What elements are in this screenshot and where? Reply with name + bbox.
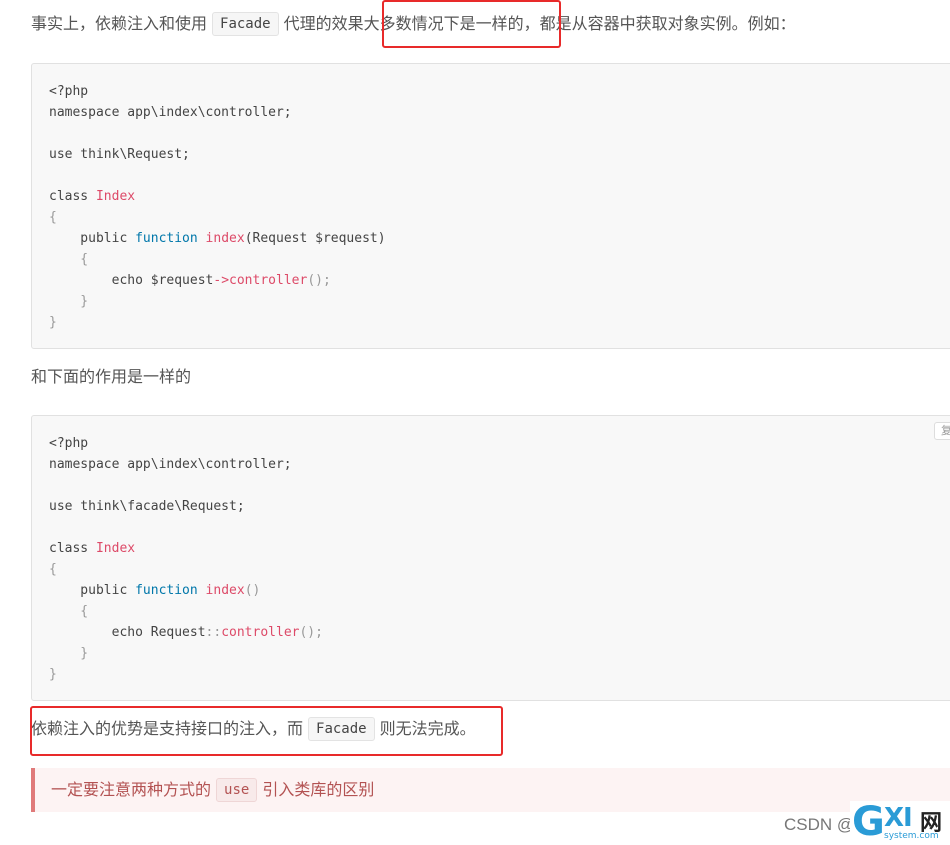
code-line: } [49, 291, 950, 312]
logo-xi: XI [884, 803, 913, 833]
code-line: } [49, 312, 950, 333]
code-token: public [49, 231, 136, 246]
code-token: <?php [49, 84, 89, 99]
code-token: function [135, 231, 198, 246]
code-token: Index [95, 189, 136, 204]
code-block-dependency-injection[interactable]: <?php namespace app\index\controller; use … [31, 63, 950, 349]
code-token: { [49, 252, 89, 267]
code-token: index [205, 583, 245, 598]
code-token: <?php [49, 436, 89, 451]
code-line: <?php [49, 81, 950, 102]
code-line: } [49, 643, 950, 664]
code-token: class [49, 541, 96, 556]
tip-callout: 一定要注意两种方式的 use 引入类库的区别 [31, 768, 950, 812]
code-token: (); [307, 273, 331, 288]
code-token: :: [205, 625, 222, 640]
code-content: <?php namespace app\index\controller; use … [32, 64, 950, 333]
code-line: <?php [49, 433, 950, 454]
highlight-box-same-effect [382, 0, 561, 48]
copy-button[interactable]: 复制 [934, 422, 950, 440]
csdn-watermark: CSDN @ [784, 815, 855, 834]
code-token: } [49, 667, 57, 682]
code-token: controller [221, 625, 300, 640]
logo-site: system.com [884, 831, 939, 841]
code-token: { [49, 562, 57, 577]
code-token: use think\Request; [49, 147, 190, 162]
code-token: class [49, 189, 96, 204]
code-token: } [49, 646, 89, 661]
code-line: { [49, 249, 950, 270]
code-line: { [49, 207, 950, 228]
code-line: { [49, 559, 950, 580]
code-token: echo Request [49, 625, 206, 640]
code-line: namespace app\index\controller; [49, 102, 950, 123]
inline-code-facade: Facade [212, 12, 279, 36]
code-line: namespace app\index\controller; [49, 454, 950, 475]
code-line: echo Request::controller(); [49, 622, 950, 643]
middle-paragraph: 和下面的作用是一样的 [31, 367, 192, 386]
tip-text-before: 一定要注意两种方式的 [51, 780, 212, 799]
code-token: function [135, 583, 198, 598]
code-token: { [49, 604, 89, 619]
code-token: controller [229, 273, 308, 288]
logo-g: G [852, 799, 885, 845]
code-line: echo $request->controller(); [49, 270, 950, 291]
code-token: } [49, 315, 57, 330]
tip-text-after: 引入类库的区别 [262, 780, 375, 799]
code-line: { [49, 601, 950, 622]
code-token: echo $request [49, 273, 214, 288]
code-token: index [205, 231, 245, 246]
code-line: class Index [49, 538, 950, 559]
inline-code-use: use [216, 778, 258, 802]
gxi-logo: G XI 网 system.com [850, 799, 950, 845]
code-content: <?php namespace app\index\controller; use … [32, 416, 950, 685]
code-token: use think\facade\Request; [49, 499, 245, 514]
code-line: public function index() [49, 580, 950, 601]
code-token: (Request $request) [244, 231, 386, 246]
code-token: Index [95, 541, 136, 556]
code-line: use think\facade\Request; [49, 496, 950, 517]
highlight-box-advantage [30, 706, 503, 756]
code-token: namespace app\index\controller; [49, 105, 292, 120]
code-token: -> [213, 273, 230, 288]
code-line: class Index [49, 186, 950, 207]
intro-text-before: 事实上，依赖注入和使用 [31, 14, 208, 33]
code-token: { [49, 210, 57, 225]
code-token: public [49, 583, 136, 598]
code-line: } [49, 664, 950, 685]
code-token: () [244, 583, 261, 598]
code-token: (); [299, 625, 323, 640]
code-line: use think\Request; [49, 144, 950, 165]
code-token: } [49, 294, 89, 309]
code-token: namespace app\index\controller; [49, 457, 292, 472]
code-block-facade[interactable]: <?php namespace app\index\controller; use … [31, 415, 950, 701]
code-line: public function index(Request $request) [49, 228, 950, 249]
